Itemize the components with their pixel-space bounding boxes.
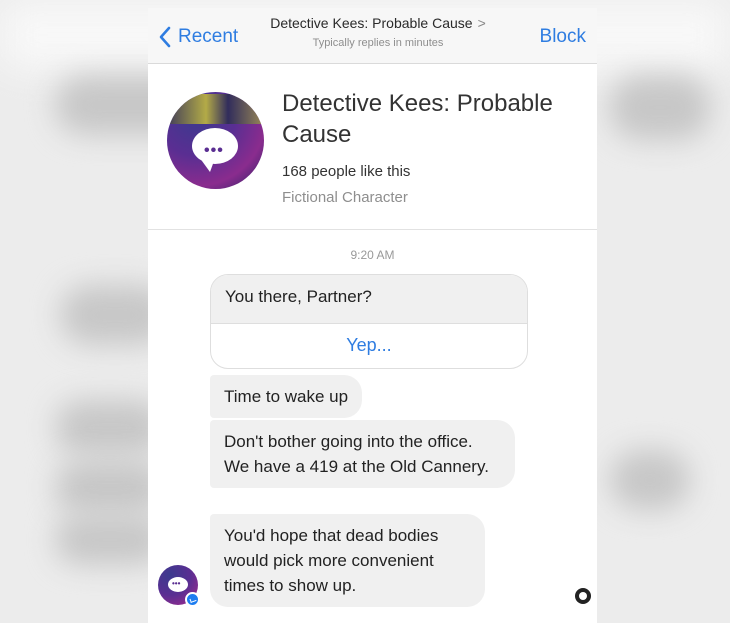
back-label: Recent (178, 26, 239, 47)
seen-indicator-icon (575, 588, 591, 604)
timestamp: 9:20 AM (350, 248, 395, 262)
messenger-icon (185, 592, 200, 607)
bg-blob (610, 450, 690, 510)
block-button[interactable]: Block (540, 26, 586, 48)
page-profile-header: ••• Detective Kees: Probable Cause 168 p… (148, 65, 597, 230)
avatar-photo-stripe (167, 94, 264, 124)
ellipsis-icon: ••• (172, 579, 181, 588)
profile-category: Fictional Character (282, 189, 408, 206)
conversation-title[interactable]: Detective Kees: Probable Cause > Typical… (248, 15, 508, 49)
chevron-right-icon: > (477, 15, 486, 31)
nav-subtitle: Typically replies in minutes (312, 37, 444, 49)
profile-likes: 168 people like this (282, 163, 411, 180)
message-bubble: Don't bother going into the office. We h… (210, 420, 515, 488)
ellipsis-icon: ••• (204, 142, 224, 159)
message-bubble: You there, Partner? (211, 275, 527, 323)
bg-blob (610, 75, 710, 140)
message-bubble: You'd hope that dead bodies would pick m… (210, 514, 485, 607)
avatar[interactable]: ••• (167, 92, 264, 189)
sender-avatar[interactable]: ••• (158, 565, 200, 607)
message-bubble: Time to wake up (210, 375, 363, 418)
back-button[interactable]: Recent (158, 24, 238, 50)
profile-name: Detective Kees: Probable Cause (282, 90, 553, 148)
chevron-left-icon (159, 26, 171, 48)
message-thread[interactable]: 9:20 AM You there, Partner? Yep... Time … (148, 231, 597, 623)
quick-reply-button[interactable]: Yep... (211, 323, 527, 368)
nav-title-text: Detective Kees: Probable Cause (270, 15, 473, 31)
messenger-screen: Recent Detective Kees: Probable Cause > … (148, 8, 597, 623)
message-card: You there, Partner? Yep... (210, 274, 528, 369)
navigation-bar: Recent Detective Kees: Probable Cause > … (148, 8, 597, 64)
